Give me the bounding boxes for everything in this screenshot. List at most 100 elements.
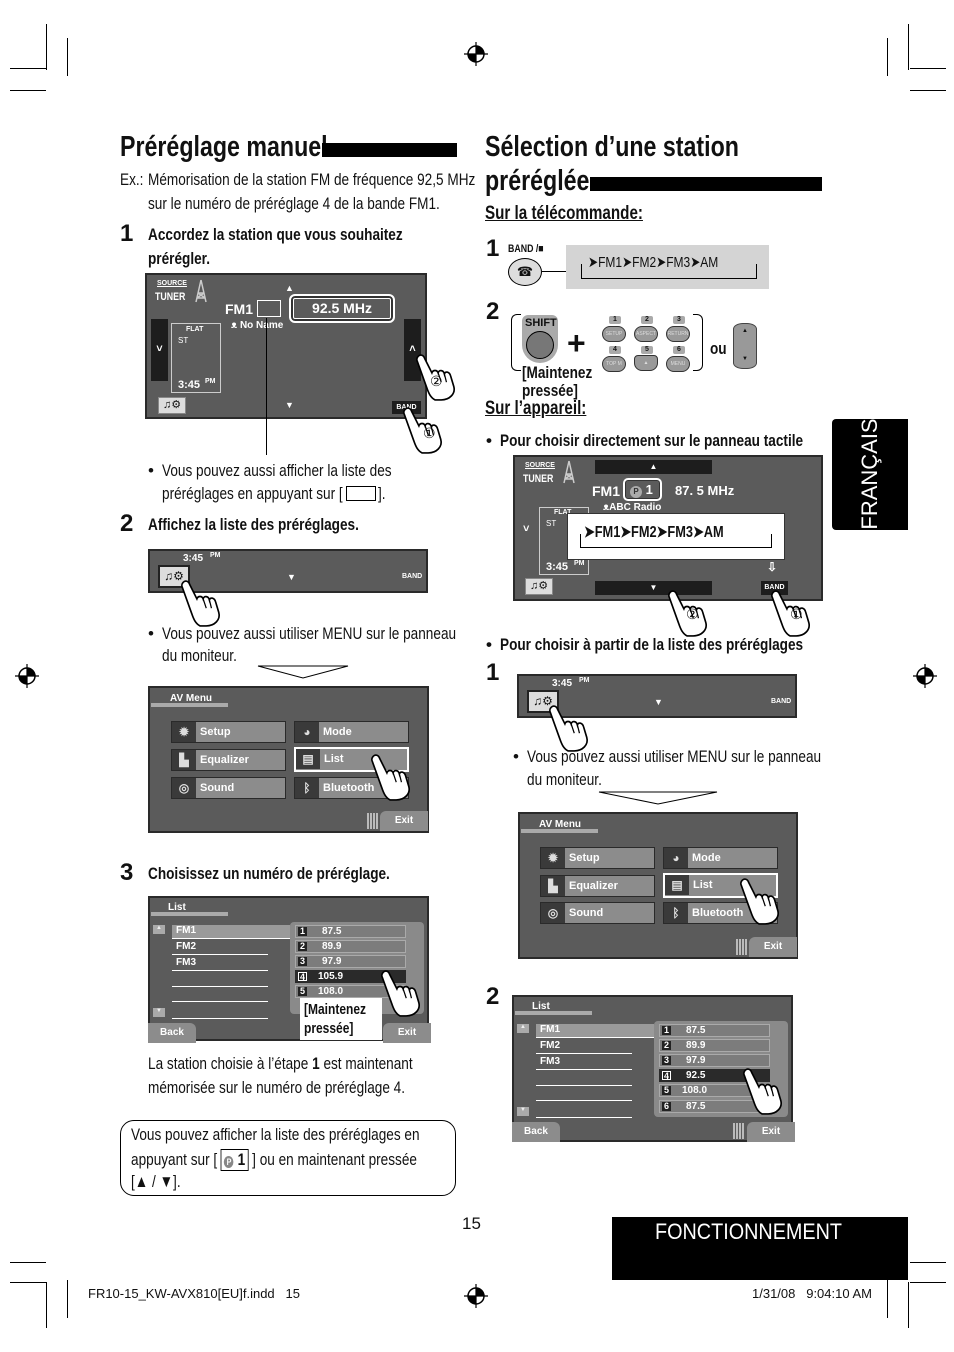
band-item-fm3[interactable]: FM3 xyxy=(176,957,196,968)
stereo-label: ST xyxy=(546,519,557,528)
preset-row[interactable]: 1 87.5 xyxy=(659,1024,770,1037)
step-number: 3 xyxy=(120,859,134,886)
av-menu-title: AV Menu xyxy=(170,693,213,704)
up-arrow-icon[interactable]: ▲ xyxy=(285,283,294,293)
remote-key-4: TOP M xyxy=(602,356,626,372)
scroll-down-button[interactable]: ▼ xyxy=(153,1008,165,1017)
exit-button[interactable]: Exit xyxy=(383,1023,431,1043)
antenna-icon: ᴥ xyxy=(231,320,240,331)
eq-label: FLAT xyxy=(186,326,204,333)
language-label: FRANÇAIS xyxy=(857,418,882,530)
hand-pointer-icon xyxy=(740,1066,784,1116)
remote-key-3: RETURN xyxy=(666,326,690,342)
preset-number-button[interactable]: P 1 xyxy=(623,478,662,501)
menu-item-sound[interactable]: ◎ Sound xyxy=(540,902,655,924)
rocker-button-icon: ▲ ▼ xyxy=(733,323,757,369)
preset-row[interactable]: 2 89.9 xyxy=(295,940,406,953)
list-icon: ▤ xyxy=(665,875,689,895)
bullet: • xyxy=(148,461,154,480)
arrow-down-icon: ⇩ xyxy=(767,560,778,574)
scroll-down-button[interactable]: ▼ xyxy=(517,1107,529,1116)
menu-item-sound[interactable]: ◎ Sound xyxy=(171,777,286,799)
step-text: prérégler. xyxy=(148,249,210,268)
step-text: Choisissez un numéro de préréglage. xyxy=(148,864,390,883)
remote-key-6: MENU xyxy=(666,356,690,372)
band-item-fm1[interactable]: FM1 xyxy=(172,925,290,939)
tuner-screen: SOURCE TUNER ▲ FM1 P 1 87. 5 MHz ᴥABC Ra… xyxy=(513,455,823,601)
tuner-label: TUNER xyxy=(523,473,554,485)
page-number: 15 xyxy=(462,1214,481,1233)
band-item-fm2[interactable]: FM2 xyxy=(176,941,196,952)
hold-label: [Maintenez pressée] xyxy=(300,998,382,1040)
down-arrow-icon[interactable]: ▼ xyxy=(287,572,296,582)
key-number: 6 xyxy=(673,346,685,354)
preset-row[interactable]: 2 89.9 xyxy=(659,1039,770,1052)
av-menu-icon[interactable]: ♫⚙ xyxy=(158,397,186,414)
preset-row[interactable]: 1 87.5 xyxy=(295,925,406,938)
key-number: 4 xyxy=(609,346,621,354)
bullet-text: du moniteur. xyxy=(162,646,237,665)
step-number: 2 xyxy=(486,298,500,325)
menu-item-equalizer[interactable]: ▙ Equalizer xyxy=(540,875,655,897)
status-box: FLAT ST 3:45 PM xyxy=(171,323,221,393)
preset-row[interactable]: 3 97.9 xyxy=(295,955,406,968)
band-button[interactable]: BAND xyxy=(771,698,791,705)
bullet-text: Pour choisir directement sur le panneau … xyxy=(500,431,804,450)
bluetooth-icon: ᛒ xyxy=(295,778,319,798)
title-bar xyxy=(322,143,457,157)
seek-down-button[interactable]: ˅ xyxy=(151,319,168,381)
remote-heading: Sur la télécommande: xyxy=(485,203,643,224)
section-label: FONCTIONNEMENT xyxy=(655,1219,842,1244)
menu-item-mode[interactable]: ◕ Mode xyxy=(663,847,778,869)
seek-down-button[interactable]: ˅ xyxy=(523,523,529,535)
language-tab: FRANÇAIS xyxy=(832,418,908,530)
down-arrow-icon[interactable]: ▼ xyxy=(654,697,663,707)
example-line: Mémorisation de la station FM de fréquen… xyxy=(148,170,476,189)
band-button[interactable]: BAND xyxy=(402,573,422,580)
footer-date: 1/31/08 9:04:10 AM xyxy=(752,1286,872,1301)
note-text: appuyant sur [ xyxy=(131,1150,218,1169)
gear-icon: ✹ xyxy=(541,848,565,868)
registration-mark-icon xyxy=(464,42,488,66)
remote-key-5: ▲ xyxy=(634,355,658,371)
exit-button[interactable]: Exit xyxy=(380,811,428,831)
clock-time: 3:45 xyxy=(183,553,204,564)
band-item-fm2[interactable]: FM2 xyxy=(540,1040,560,1051)
section-title: Préréglage manuel xyxy=(120,131,328,163)
back-button[interactable]: Back xyxy=(512,1122,560,1142)
note-text: [▲ / ▼]. xyxy=(131,1172,181,1191)
section-footer: FONCTIONNEMENT xyxy=(612,1217,908,1280)
step-number: 1 xyxy=(486,659,500,686)
plus-sign: + xyxy=(567,325,586,361)
band-item-fm1[interactable]: FM1 xyxy=(536,1024,654,1038)
station-name: ABC Radio xyxy=(609,502,662,513)
antenna-tower-icon xyxy=(562,460,576,484)
callout-1: ① xyxy=(790,606,803,622)
callout-2: ② xyxy=(686,606,699,622)
menu-item-mode[interactable]: ◕ Mode xyxy=(294,721,409,743)
sound-icon: ◎ xyxy=(172,778,196,798)
callout-2: ② xyxy=(430,373,443,389)
menu-item-setup[interactable]: ✹ Setup xyxy=(540,847,655,869)
scroll-up-button[interactable]: ▲ xyxy=(153,925,165,934)
bullet-text: ]. xyxy=(378,484,386,503)
exit-button[interactable]: Exit xyxy=(749,937,797,957)
step-number: 1 xyxy=(486,235,500,262)
menu-item-equalizer[interactable]: ▙ Equalizer xyxy=(171,749,286,771)
av-menu-title: AV Menu xyxy=(539,819,582,830)
mode-icon: ◕ xyxy=(664,848,688,868)
preset-number-box[interactable] xyxy=(257,300,281,317)
bullet: • xyxy=(486,431,492,450)
scroll-up-button[interactable]: ▲ xyxy=(517,1024,529,1033)
bullet-text: Vous pouvez aussi utiliser MENU sur le p… xyxy=(162,624,457,643)
clock-ampm: PM xyxy=(205,378,216,385)
key-number: 1 xyxy=(609,316,621,324)
band-item-fm3[interactable]: FM3 xyxy=(540,1056,560,1067)
preset-up-button[interactable]: ▲ xyxy=(595,460,712,474)
down-arrow-icon[interactable]: ▼ xyxy=(285,400,294,410)
back-button[interactable]: Back xyxy=(148,1023,196,1043)
menu-item-setup[interactable]: ✹ Setup xyxy=(171,721,286,743)
exit-button[interactable]: Exit xyxy=(747,1122,795,1142)
av-menu-icon[interactable]: ♫⚙ xyxy=(525,578,553,595)
preset-box-icon xyxy=(346,486,376,501)
